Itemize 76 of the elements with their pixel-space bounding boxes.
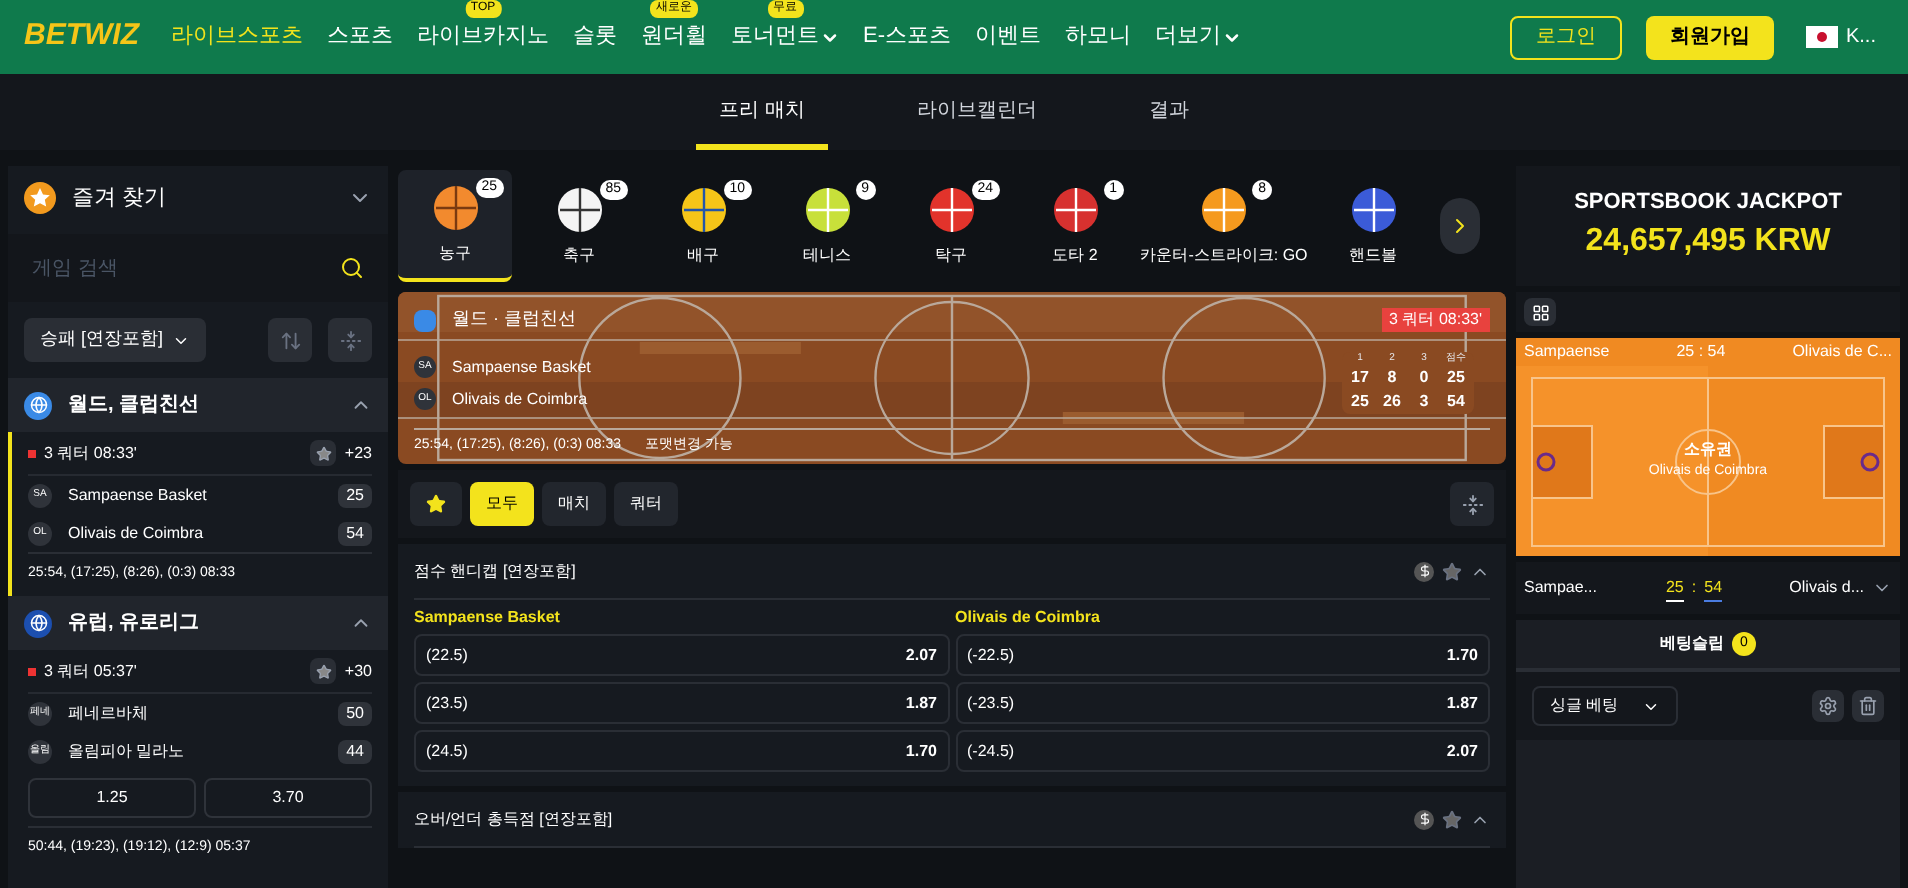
favorites-label[interactable]: 즐겨 찾기 xyxy=(72,181,332,215)
jackpot-title: SPORTSBOOK JACKPOT xyxy=(1574,187,1842,218)
team-score: 54 xyxy=(338,521,372,545)
team-name: 올림피아 밀라노 xyxy=(68,739,187,763)
search-field[interactable]: 게임 검색 xyxy=(8,234,388,302)
team-name: 페네르바체 xyxy=(68,701,150,725)
team-name: Sampaense Basket xyxy=(68,483,209,507)
tracker-score: 25 : 54 xyxy=(1676,340,1726,364)
odds-button[interactable]: (24.5) 1.70 xyxy=(414,730,949,772)
jackpot-amount: 24,657,495 KRW xyxy=(1585,222,1831,263)
match-status: 3 쿼터 05:37' xyxy=(44,659,139,683)
possession-label: 소유권 xyxy=(1684,438,1732,463)
league-header[interactable]: 월드, 클럽친선 xyxy=(8,378,388,432)
login-button[interactable]: 로그인 xyxy=(1509,15,1622,59)
period-score: 25 xyxy=(1446,366,1466,391)
live-status: 3 쿼터 08:33' xyxy=(1381,308,1490,332)
filter-dropdown[interactable]: 승패 [연장포함] xyxy=(24,318,206,362)
sport-tab[interactable]: 핸드볼 xyxy=(1316,170,1430,282)
team-header: Sampaense Basket xyxy=(414,605,562,630)
market-title: 점수 핸디캡 [연장포함] xyxy=(414,559,578,583)
tab[interactable]: 프리 매치 xyxy=(695,78,829,150)
team-header: Olivais de Coimbra xyxy=(955,605,1102,629)
betslip-title: 베팅슬립 xyxy=(1660,632,1724,656)
team-name: Sampaense Basket xyxy=(452,355,591,379)
odds-button[interactable]: (23.5) 1.87 xyxy=(414,682,949,724)
nav-link[interactable]: 스포츠 xyxy=(327,20,393,54)
odds-button[interactable]: (22.5) 2.07 xyxy=(414,634,949,676)
more-markets-count[interactable]: +30 xyxy=(344,659,372,683)
score-separator: : xyxy=(1691,576,1697,600)
league-name: 월드, 클럽친선 xyxy=(68,392,202,420)
market-title: 오버/언더 총득점 [연장포함] xyxy=(414,807,615,831)
nav-link[interactable]: 원더휠 xyxy=(641,20,707,54)
nav-link[interactable]: 토너먼트 xyxy=(731,20,839,54)
language-selector[interactable]: K... xyxy=(1797,15,1884,59)
nav-link[interactable]: 이벤트 xyxy=(975,20,1041,54)
nav-link[interactable]: 라이브스포츠 xyxy=(171,20,303,54)
league-header[interactable]: 유럽, 유로리그 xyxy=(8,596,388,650)
bet-type-dropdown[interactable]: 싱글 베팅 xyxy=(1532,686,1679,726)
nav-link[interactable]: 더보기 xyxy=(1155,20,1241,54)
odds-button[interactable]: (-23.5) 1.87 xyxy=(955,682,1490,724)
league-name: 유럽, 유로리그 xyxy=(68,610,202,638)
away-team: Olivais d... xyxy=(1787,576,1865,600)
signup-button[interactable]: 회원가입 xyxy=(1645,15,1774,59)
filter-chip[interactable]: 쿼터 xyxy=(614,482,678,526)
period-score: 26 xyxy=(1382,390,1402,415)
filter-chip[interactable]: 매치 xyxy=(542,482,606,526)
nav-link[interactable]: 하모니 xyxy=(1065,20,1131,54)
league-name: 월드 · 클럽친선 xyxy=(452,306,578,333)
nav-link[interactable]: E-스포츠 xyxy=(863,20,951,54)
more-markets-count[interactable]: +23 xyxy=(344,441,372,465)
match-status: 3 쿼터 08:33' xyxy=(44,441,139,465)
period-score: 3 xyxy=(1417,390,1431,415)
team-score: 25 xyxy=(338,483,372,507)
odds-button[interactable]: (-24.5) 2.07 xyxy=(955,730,1490,772)
team-score: 50 xyxy=(338,701,372,725)
team-name: Olivais de Coimbra xyxy=(452,387,588,411)
team-name: Olivais de Coimbra xyxy=(68,521,206,545)
away-score: 54 xyxy=(1704,575,1723,601)
odds-button[interactable]: (-22.5) 1.70 xyxy=(955,634,1490,676)
odds-button[interactable]: 3.70 xyxy=(204,778,372,818)
home-team: Sampaense xyxy=(1524,340,1610,364)
away-team: Olivais de C... xyxy=(1792,340,1892,364)
period-score: 25 xyxy=(1350,390,1370,415)
home-team: Sampae... xyxy=(1524,576,1599,600)
team-score: 44 xyxy=(338,739,372,763)
nav-link[interactable]: 슬롯 xyxy=(573,20,617,54)
nav-link[interactable]: 라이브카지노 xyxy=(417,20,549,54)
home-score: 25 xyxy=(1665,575,1684,601)
odds-button[interactable]: 1.25 xyxy=(28,778,196,818)
period-score: 17 xyxy=(1350,366,1370,391)
period-score: 8 xyxy=(1385,366,1399,391)
period-score: 54 xyxy=(1446,390,1466,415)
tab[interactable]: 결과 xyxy=(1124,78,1213,150)
period-score: 0 xyxy=(1417,366,1431,391)
filter-chip[interactable]: 모두 xyxy=(470,482,534,526)
tab[interactable]: 라이브캘린더 xyxy=(892,78,1061,150)
